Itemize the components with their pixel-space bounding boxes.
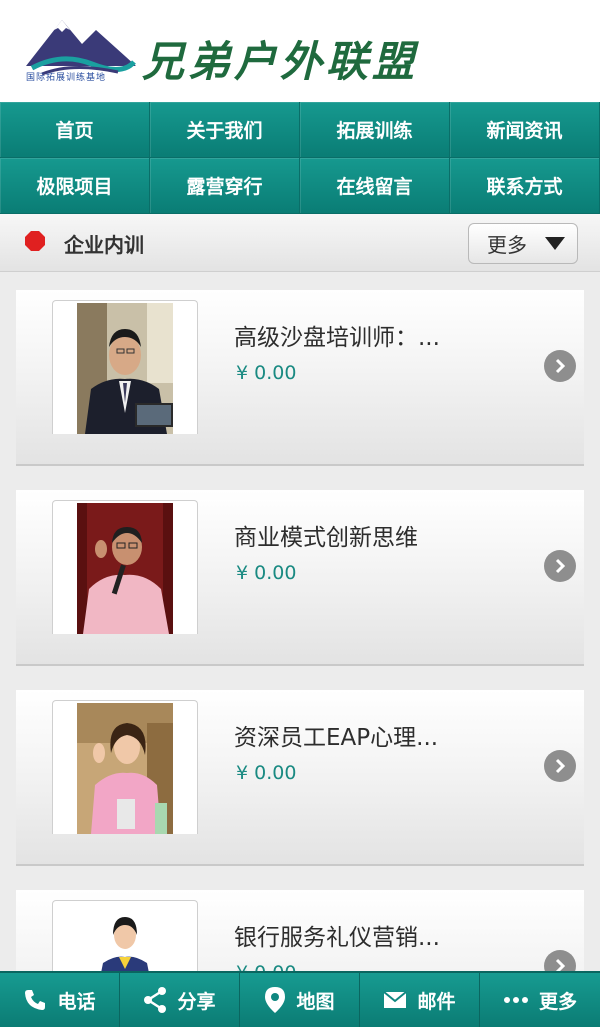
caret-down-icon (545, 237, 565, 250)
list-item[interactable]: 高级沙盘培训师：... ¥ 0.00 (16, 290, 584, 466)
nav-item-about[interactable]: 关于我们 (150, 102, 300, 158)
map-label: 地图 (296, 990, 335, 1013)
item-title: 资深员工EAP心理... (234, 725, 439, 751)
more-label: 更多 (538, 990, 577, 1013)
dots-icon (503, 997, 528, 1003)
phone-button[interactable]: 电话 (0, 973, 120, 1027)
more-button[interactable]: 更多 (480, 973, 600, 1027)
page: 国际拓展训练基地 兄弟户外联盟 首页 关于我们 拓展训练 新闻资讯 极限项目 露… (0, 0, 600, 1027)
item-title: 银行服务礼仪营销... (234, 925, 440, 951)
thumbnail-frame (52, 500, 198, 634)
main-nav: 首页 关于我们 拓展训练 新闻资讯 极限项目 露营穿行 在线留言 联系方式 (0, 102, 600, 214)
item-price: ¥ 0.00 (236, 562, 297, 584)
item-title: 高级沙盘培训师：... (234, 325, 440, 351)
bottom-action-bar: 电话 分享 地图 邮件 更多 (0, 971, 600, 1027)
item-price: ¥ 0.00 (236, 362, 297, 384)
section-title: 企业内训 (64, 233, 144, 257)
map-button[interactable]: 地图 (240, 973, 360, 1027)
thumbnail-frame (52, 700, 198, 834)
header: 国际拓展训练基地 兄弟户外联盟 (0, 0, 600, 102)
octagon-bullet-icon (25, 231, 45, 251)
nav-item-training[interactable]: 拓展训练 (300, 102, 450, 158)
phone-icon (25, 990, 46, 1010)
phone-label: 电话 (57, 990, 96, 1013)
mail-label: 邮件 (417, 990, 456, 1013)
nav-item-extreme[interactable]: 极限项目 (0, 158, 150, 214)
item-price: ¥ 0.00 (236, 762, 297, 784)
nav-item-camping[interactable]: 露营穿行 (150, 158, 300, 214)
nav-item-home[interactable]: 首页 (0, 102, 150, 158)
share-button[interactable]: 分享 (120, 973, 240, 1027)
share-label: 分享 (177, 990, 216, 1013)
thumbnail-frame (52, 300, 198, 434)
chevron-right-icon[interactable] (544, 550, 576, 582)
nav-item-contact[interactable]: 联系方式 (450, 158, 600, 214)
man-with-microphone-photo (77, 503, 173, 634)
brand-name[interactable]: 兄弟户外联盟 (142, 28, 418, 89)
list-item[interactable]: 商业模式创新思维 ¥ 0.00 (16, 490, 584, 666)
share-icon (144, 987, 167, 1013)
item-title: 商业模式创新思维 (234, 525, 418, 551)
mail-icon (383, 991, 408, 1008)
man-in-suit-photo (77, 303, 173, 434)
more-dropdown-button[interactable]: 更多 (468, 223, 578, 264)
chevron-right-icon[interactable] (544, 350, 576, 382)
woman-in-pink-photo (77, 703, 173, 834)
chevron-right-icon[interactable] (544, 750, 576, 782)
nav-item-message[interactable]: 在线留言 (300, 158, 450, 214)
map-pin-icon (265, 987, 286, 1013)
logo-caption: 国际拓展训练基地 (26, 73, 107, 83)
more-label: 更多 (487, 233, 527, 257)
nav-item-news[interactable]: 新闻资讯 (450, 102, 600, 158)
list-item[interactable]: 资深员工EAP心理... ¥ 0.00 (16, 690, 584, 866)
mail-button[interactable]: 邮件 (360, 973, 480, 1027)
